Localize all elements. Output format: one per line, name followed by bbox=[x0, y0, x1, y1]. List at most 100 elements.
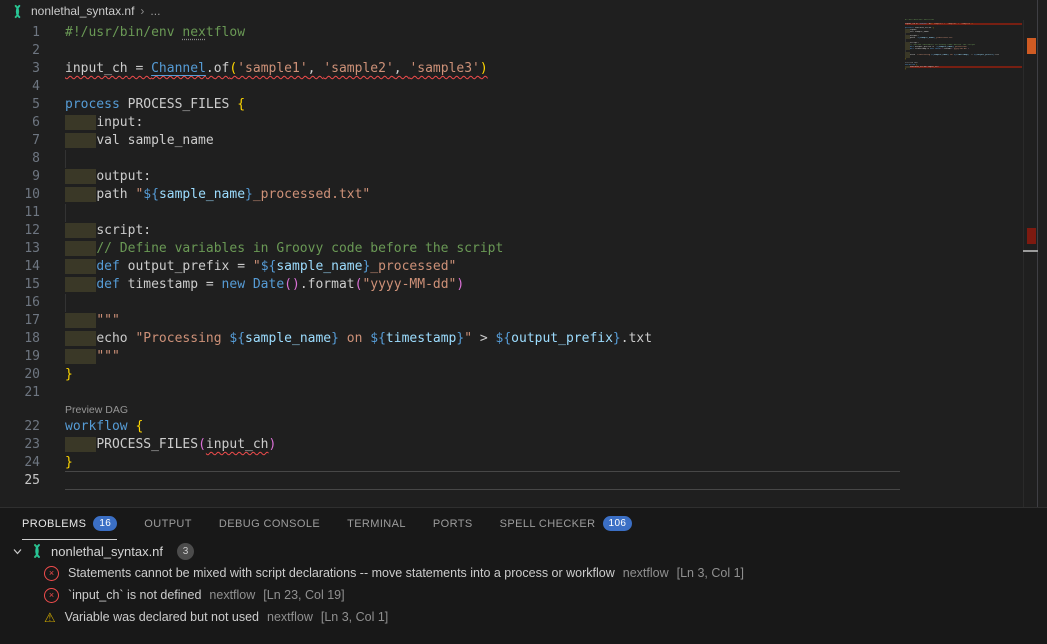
error-squiggle: input_ch = Channel.of('sample1', 'sample… bbox=[65, 61, 488, 76]
code-line-17[interactable]: 17 """ bbox=[0, 312, 1047, 330]
code-line-19[interactable]: 19 """ bbox=[0, 348, 1047, 366]
panel-tab-badge: 106 bbox=[603, 516, 633, 531]
panel-tab-problems[interactable]: PROBLEMS 16 bbox=[22, 508, 117, 540]
code-line-20[interactable]: 20} bbox=[0, 366, 1047, 384]
problems-file-count-badge: 3 bbox=[177, 543, 194, 560]
line-number[interactable]: 17 bbox=[0, 312, 40, 330]
code-token: timestamp bbox=[386, 331, 456, 346]
bottom-panel: PROBLEMS 16 OUTPUT DEBUG CONSOLE TERMINAL POR… bbox=[0, 508, 1047, 644]
line-number[interactable]: 14 bbox=[0, 258, 40, 276]
panel-tab-output[interactable]: OUTPUT bbox=[144, 508, 192, 540]
code-token: ) bbox=[269, 437, 277, 452]
code-line-24[interactable]: 24} bbox=[0, 454, 1047, 472]
code-line-8[interactable]: 8 bbox=[0, 150, 1047, 168]
problem-row[interactable]: ×`input_ch` is not definednextflow[Ln 23… bbox=[0, 584, 1047, 606]
line-number[interactable]: 15 bbox=[0, 276, 40, 294]
line-number[interactable]: 23 bbox=[0, 436, 40, 454]
panel-tab-spell-checker[interactable]: SPELL CHECKER106 bbox=[500, 508, 633, 540]
line-number[interactable]: 9 bbox=[0, 168, 40, 186]
problems-file-group[interactable]: nonlethal_syntax.nf 3 bbox=[0, 540, 1047, 562]
code-token: } bbox=[245, 187, 253, 202]
panel-tab-debug-console[interactable]: DEBUG CONSOLE bbox=[219, 508, 320, 540]
code-line-22[interactable]: 22workflow { bbox=[0, 418, 1047, 436]
line-number[interactable]: 3 bbox=[0, 60, 40, 78]
code-line-13[interactable]: 13 // Define variables in Groovy code be… bbox=[0, 240, 1047, 258]
problem-location: [Ln 3, Col 1] bbox=[321, 610, 388, 624]
code-token: of bbox=[214, 61, 230, 76]
code-token: PROCESS_FILES bbox=[120, 97, 237, 112]
minimap[interactable]: #!/usr/bin/env nextflowinput_ch = Channe… bbox=[905, 19, 1022, 72]
code-line-23[interactable]: 23 PROCESS_FILES(input_ch) bbox=[0, 436, 1047, 454]
breadcrumb-filename[interactable]: nonlethal_syntax.nf bbox=[31, 4, 134, 18]
line-number[interactable]: 19 bbox=[0, 348, 40, 366]
problems-list: ×Statements cannot be mixed with script … bbox=[0, 562, 1047, 628]
line-number[interactable]: 24 bbox=[0, 454, 40, 472]
panel-tab-bar: PROBLEMS 16 OUTPUT DEBUG CONSOLE TERMINAL POR… bbox=[0, 508, 1047, 540]
code-token: > bbox=[472, 331, 495, 346]
code-line-12[interactable]: 12 script: bbox=[0, 222, 1047, 240]
code-token: 'sample2' bbox=[946, 23, 957, 25]
code-token: _processed.txt" bbox=[253, 187, 370, 202]
code-line-21[interactable]: 21 bbox=[0, 384, 1047, 402]
code-token: " bbox=[464, 331, 472, 346]
panel-tab-ports[interactable]: PORTS bbox=[433, 508, 473, 540]
code-token: Channel bbox=[919, 23, 928, 25]
line-number[interactable]: 12 bbox=[0, 222, 40, 240]
code-line-15[interactable]: 15 def timestamp = new Date().format("yy… bbox=[0, 276, 1047, 294]
code-line-6[interactable]: 6 input: bbox=[0, 114, 1047, 132]
line-number[interactable]: 2 bbox=[0, 42, 40, 60]
line-number[interactable]: 11 bbox=[0, 204, 40, 222]
code-token: { bbox=[933, 27, 934, 29]
indent-guide bbox=[65, 150, 66, 168]
line-number[interactable]: 21 bbox=[0, 384, 40, 402]
code-line-25[interactable]: 25 bbox=[0, 472, 1047, 490]
line-number[interactable]: 16 bbox=[0, 294, 40, 312]
code-line-5[interactable]: 5process PROCESS_FILES { bbox=[0, 96, 1047, 114]
code-token: val sample_name bbox=[910, 31, 929, 33]
code-line-1[interactable]: 1#!/usr/bin/env nextflow bbox=[0, 24, 1047, 42]
code-line-9[interactable]: 9 output: bbox=[0, 168, 1047, 186]
line-number[interactable]: 25 bbox=[0, 472, 40, 490]
code-line-14[interactable]: 14 def output_prefix = "${sample_name}_p… bbox=[0, 258, 1047, 276]
line-number[interactable]: 1 bbox=[0, 24, 40, 42]
problems-file-name: nonlethal_syntax.nf bbox=[51, 544, 163, 559]
breadcrumb-symbol-ellipsis[interactable]: ... bbox=[150, 4, 160, 18]
code-token: Channel bbox=[151, 61, 206, 76]
code-editor[interactable]: 1#!/usr/bin/env nextflow23input_ch = Cha… bbox=[0, 24, 1047, 490]
panel-tab-label: PROBLEMS bbox=[22, 518, 86, 530]
code-line-4[interactable]: 4 bbox=[0, 78, 1047, 96]
line-number[interactable]: 10 bbox=[0, 186, 40, 204]
code-token: output_prefix bbox=[976, 54, 992, 56]
code-token bbox=[65, 187, 96, 202]
code-token: on bbox=[339, 331, 370, 346]
code-token bbox=[65, 349, 96, 364]
line-number[interactable]: 20 bbox=[0, 366, 40, 384]
line-number[interactable]: 8 bbox=[0, 150, 40, 168]
codelens-preview-dag[interactable]: Preview DAG bbox=[0, 402, 1047, 418]
line-number[interactable]: 18 bbox=[0, 330, 40, 348]
code-line-3[interactable]: 3 input_ch = Channel.of('sample1', 'sampl… bbox=[0, 60, 1047, 78]
code-line-10[interactable]: 10 path "${sample_name}_processed.txt" bbox=[0, 186, 1047, 204]
line-number[interactable]: 22 bbox=[0, 418, 40, 436]
code-line-11[interactable]: 11 bbox=[0, 204, 1047, 222]
problem-row[interactable]: ⚠Variable was declared but not usednextf… bbox=[0, 606, 1047, 628]
line-number[interactable]: 7 bbox=[0, 132, 40, 150]
code-token: 'sample1' bbox=[933, 23, 944, 25]
code-token: .format bbox=[300, 277, 355, 292]
line-number[interactable]: 6 bbox=[0, 114, 40, 132]
line-number[interactable]: 4 bbox=[0, 78, 40, 96]
line-number[interactable]: 5 bbox=[0, 96, 40, 114]
code-line-7[interactable]: 7 val sample_name bbox=[0, 132, 1047, 150]
panel-tab-badge: 16 bbox=[93, 516, 117, 531]
line-number[interactable]: 13 bbox=[0, 240, 40, 258]
code-line-2[interactable]: 2 bbox=[0, 42, 1047, 60]
breadcrumb[interactable]: nonlethal_syntax.nf › ... bbox=[0, 0, 1047, 22]
code-line-18[interactable]: 18 echo "Processing ${sample_name} on ${… bbox=[0, 330, 1047, 348]
code-token: sample_name bbox=[920, 37, 934, 39]
problem-message: `input_ch` is not defined bbox=[68, 588, 201, 602]
code-token bbox=[245, 277, 253, 292]
code-line-16[interactable]: 16 bbox=[0, 294, 1047, 312]
panel-tab-terminal[interactable]: TERMINAL bbox=[347, 508, 406, 540]
chevron-down-icon[interactable] bbox=[12, 546, 23, 557]
problem-row[interactable]: ×Statements cannot be mixed with script … bbox=[0, 562, 1047, 584]
